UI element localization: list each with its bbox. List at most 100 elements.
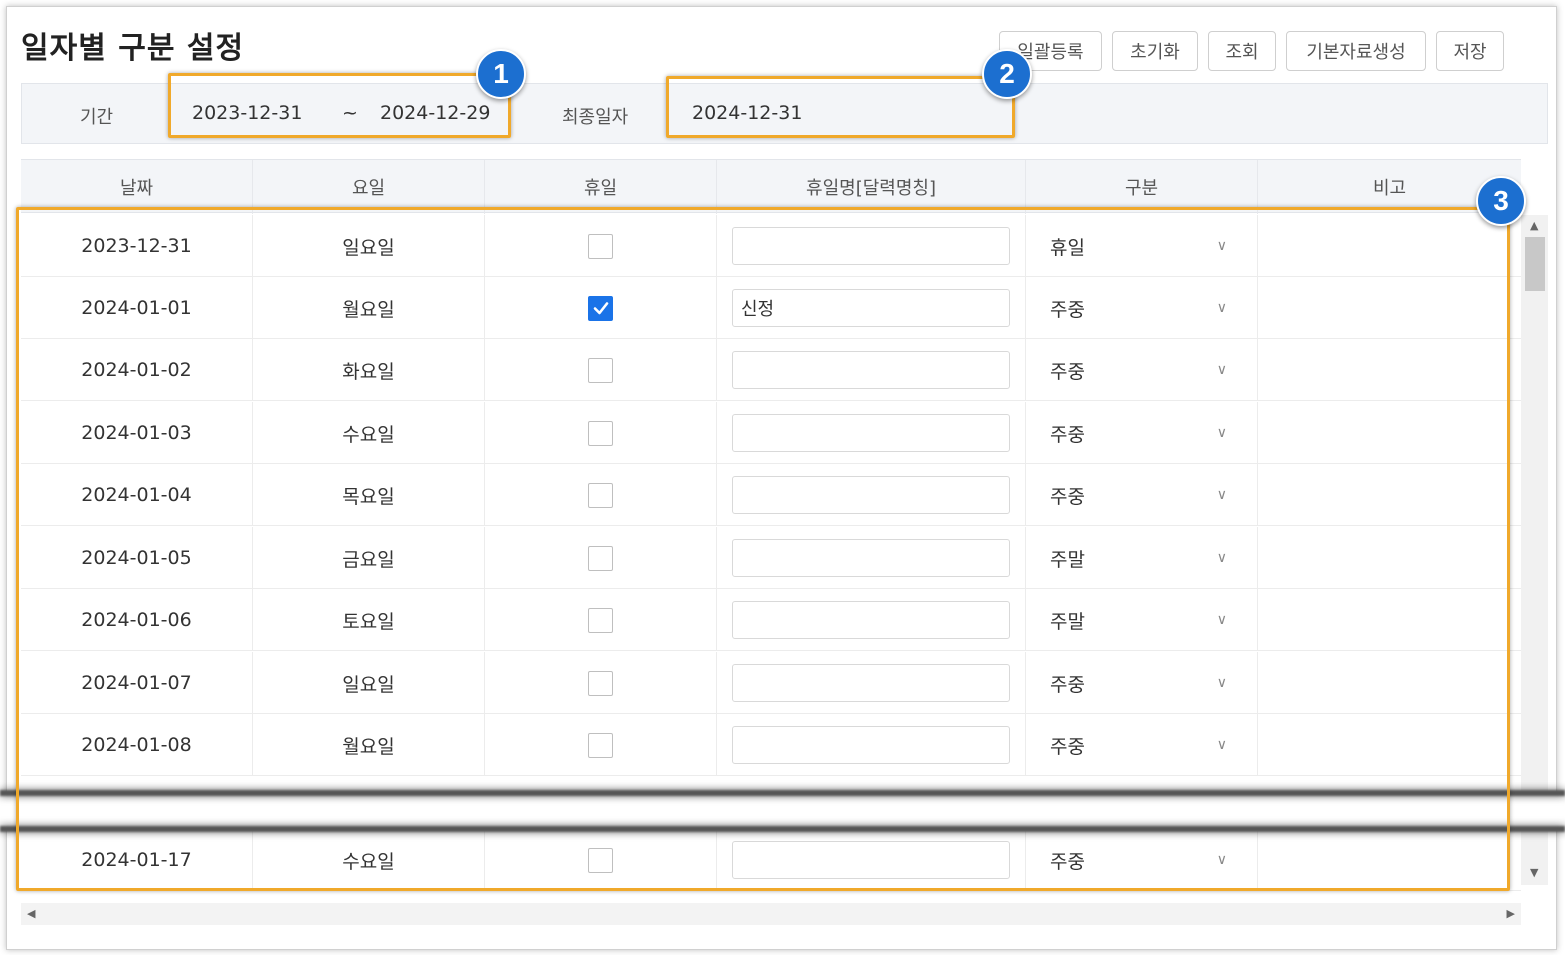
note-cell[interactable] <box>1258 402 1521 464</box>
day-cell: 수요일 <box>253 402 485 464</box>
check-icon <box>593 302 608 315</box>
note-cell[interactable] <box>1258 589 1521 651</box>
table-row[interactable]: 2024-01-07 일요일 주중 ∨ <box>21 652 1521 714</box>
table-row[interactable]: 2024-01-02 화요일 주중 ∨ <box>21 339 1521 401</box>
holiday-name-cell <box>717 339 1026 401</box>
date-cell: 2024-01-07 <box>21 652 253 714</box>
save-button[interactable]: 저장 <box>1436 31 1504 71</box>
generate-base-data-button[interactable]: 기본자료생성 <box>1286 31 1426 71</box>
column-day[interactable]: 요일 <box>253 160 485 214</box>
holiday-checkbox[interactable] <box>588 607 613 633</box>
holiday-checkbox[interactable] <box>588 482 613 508</box>
date-cell: 2024-01-06 <box>21 589 253 651</box>
table-row[interactable]: 2024-01-03 수요일 주중 ∨ <box>21 402 1521 464</box>
holiday-cell <box>485 829 717 891</box>
holiday-name-input[interactable] <box>732 351 1010 389</box>
holiday-checkbox[interactable] <box>588 295 613 321</box>
holiday-name-cell <box>717 829 1026 891</box>
scroll-left-icon[interactable]: ◀ <box>27 907 35 920</box>
holiday-checkbox[interactable] <box>588 847 613 873</box>
type-select[interactable]: 주말 ∨ <box>1026 589 1258 651</box>
table-row[interactable]: 2024-01-04 목요일 주중 ∨ <box>21 464 1521 526</box>
table-row[interactable]: 2024-01-17 수요일 주중 ∨ <box>21 829 1521 891</box>
type-select[interactable]: 주말 ∨ <box>1026 527 1258 589</box>
type-select[interactable]: 주중 ∨ <box>1026 277 1258 339</box>
chevron-down-icon: ∨ <box>1216 737 1227 753</box>
type-select-value: 주중 <box>1050 360 1085 383</box>
holiday-name-input[interactable]: 신정 <box>732 289 1010 327</box>
holiday-name-input[interactable] <box>732 227 1010 265</box>
holiday-name-input[interactable] <box>732 476 1010 514</box>
type-select-value: 주중 <box>1050 298 1085 321</box>
column-type[interactable]: 구분 <box>1026 160 1258 214</box>
holiday-checkbox[interactable] <box>588 732 613 758</box>
holiday-name-input[interactable] <box>732 664 1010 702</box>
note-cell[interactable] <box>1258 714 1521 776</box>
period-end-input[interactable]: 2024-12-29 <box>380 102 490 124</box>
callout-badge-2: 2 <box>982 49 1032 99</box>
holiday-name-input[interactable] <box>732 601 1010 639</box>
note-cell[interactable] <box>1258 652 1521 714</box>
page-title: 일자별 구분 설정 <box>21 31 245 66</box>
holiday-cell <box>485 215 717 277</box>
period-start-input[interactable]: 2023-12-31 <box>192 102 302 124</box>
toolbar: 일괄등록 초기화 조회 기본자료생성 저장 <box>999 31 1504 71</box>
type-select[interactable]: 주중 ∨ <box>1026 829 1258 891</box>
holiday-name-input[interactable] <box>732 539 1010 577</box>
note-cell[interactable] <box>1258 829 1521 891</box>
table-row[interactable]: 2024-01-08 월요일 주중 ∨ <box>21 714 1521 776</box>
type-select[interactable]: 주중 ∨ <box>1026 464 1258 526</box>
date-cell: 2024-01-02 <box>21 339 253 401</box>
day-cell: 일요일 <box>253 652 485 714</box>
chevron-down-icon: ∨ <box>1216 238 1227 254</box>
holiday-cell <box>485 339 717 401</box>
chevron-down-icon: ∨ <box>1216 852 1227 868</box>
table-row[interactable]: 2024-01-05 금요일 주말 ∨ <box>21 527 1521 589</box>
chevron-down-icon: ∨ <box>1216 550 1227 566</box>
note-cell[interactable] <box>1258 464 1521 526</box>
note-cell[interactable] <box>1258 527 1521 589</box>
scrollbar-thumb[interactable] <box>1525 237 1545 291</box>
note-cell[interactable] <box>1258 277 1521 339</box>
column-date[interactable]: 날짜 <box>21 160 253 214</box>
note-cell[interactable] <box>1258 339 1521 401</box>
table-row[interactable]: 2024-01-01 월요일 신정 주중 ∨ <box>21 277 1521 339</box>
scroll-up-icon[interactable]: ▲ <box>1530 219 1538 232</box>
note-cell[interactable] <box>1258 215 1521 277</box>
holiday-name-cell <box>717 402 1026 464</box>
vertical-scrollbar[interactable]: ▲ ▼ <box>1521 215 1548 885</box>
holiday-checkbox[interactable] <box>588 420 613 446</box>
type-select[interactable]: 주중 ∨ <box>1026 339 1258 401</box>
type-select[interactable]: 주중 ∨ <box>1026 402 1258 464</box>
scroll-down-icon[interactable]: ▼ <box>1530 866 1538 879</box>
final-date-input[interactable]: 2024-12-31 <box>692 102 802 124</box>
holiday-cell <box>485 714 717 776</box>
table-row[interactable]: 2023-12-31 일요일 휴일 ∨ <box>21 215 1521 277</box>
type-select-value: 주중 <box>1050 673 1085 696</box>
holiday-name-input[interactable] <box>732 841 1010 879</box>
reset-button[interactable]: 초기화 <box>1112 31 1198 71</box>
horizontal-scrollbar[interactable]: ◀ ▶ <box>21 903 1521 925</box>
holiday-checkbox[interactable] <box>588 357 613 383</box>
holiday-checkbox[interactable] <box>588 233 613 259</box>
day-cell: 월요일 <box>253 277 485 339</box>
holiday-name-cell <box>717 215 1026 277</box>
holiday-name-input[interactable] <box>732 726 1010 764</box>
holiday-checkbox[interactable] <box>588 670 613 696</box>
holiday-name-input[interactable] <box>732 414 1010 452</box>
holiday-name-cell <box>717 589 1026 651</box>
type-select[interactable]: 휴일 ∨ <box>1026 215 1258 277</box>
final-date-label: 최종일자 <box>562 107 629 128</box>
type-select[interactable]: 주중 ∨ <box>1026 714 1258 776</box>
holiday-checkbox[interactable] <box>588 545 613 571</box>
search-button[interactable]: 조회 <box>1208 31 1276 71</box>
type-select-value: 주말 <box>1050 610 1085 633</box>
scroll-right-icon[interactable]: ▶ <box>1507 907 1515 920</box>
table-row[interactable]: 2024-01-06 토요일 주말 ∨ <box>21 589 1521 651</box>
type-select-value: 휴일 <box>1050 236 1085 259</box>
column-holiday[interactable]: 휴일 <box>485 160 717 214</box>
period-label: 기간 <box>80 107 114 128</box>
chevron-down-icon: ∨ <box>1216 300 1227 316</box>
type-select[interactable]: 주중 ∨ <box>1026 652 1258 714</box>
column-holiday-name[interactable]: 휴일명[달력명칭] <box>717 160 1026 214</box>
